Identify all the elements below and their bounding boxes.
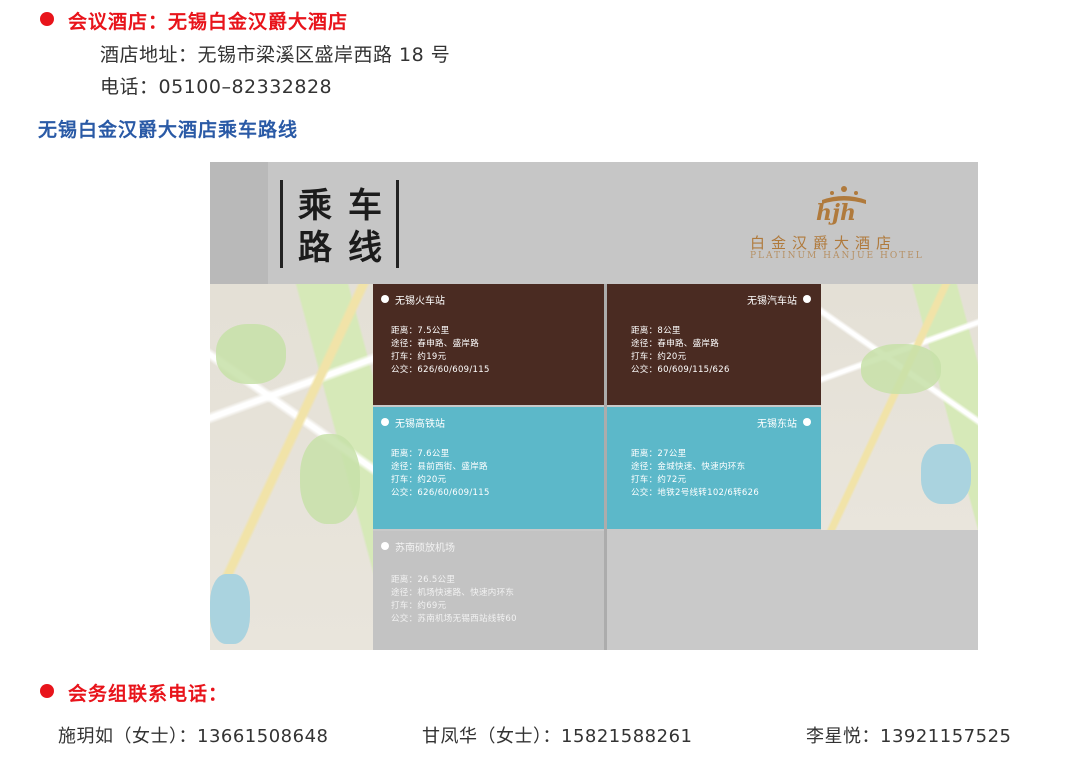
station-detail: 打车：约20元 (391, 475, 447, 485)
contact-person: 施玥如（女士）：13661508648 (58, 726, 329, 747)
venue-heading: 会议酒店：无锡白金汉爵大酒店 (68, 11, 349, 33)
station-detail: 途径：春申路、盛岸路 (631, 339, 720, 349)
title-bar-left (280, 180, 283, 268)
dot-icon (381, 418, 389, 426)
station-name: 苏南硕放机场 (395, 543, 455, 554)
water-area (921, 444, 971, 504)
station-detail: 打车：约69元 (391, 601, 447, 611)
station-detail: 打车：约19元 (391, 352, 447, 362)
route-heading: 无锡白金汉爵大酒店乘车路线 (38, 119, 299, 141)
station-detail: 途径：金城快速、快速内环东 (631, 462, 746, 472)
station-name: 无锡汽车站 (747, 296, 797, 307)
station-detail: 途径：县前西街、盛岸路 (391, 462, 488, 472)
dot-icon (803, 418, 811, 426)
station-detail: 公交：苏南机场无锡西站线转60 (391, 614, 517, 624)
station-panel: 无锡高铁站 距离：7.6公里 途径：县前西街、盛岸路 打车：约20元 公交：62… (373, 407, 604, 529)
contacts-heading: 会务组联系电话： (68, 683, 229, 705)
poster-header-shade (210, 162, 268, 284)
station-panel: 无锡火车站 距离：7.5公里 途径：春申路、盛岸路 打车：约19元 公交：626… (373, 284, 604, 405)
contact-person: 李星悦：13921157525 (806, 726, 1012, 747)
station-detail: 距离：8公里 (631, 326, 681, 336)
dot-icon (381, 542, 389, 550)
title-bar-right (396, 180, 399, 268)
logo-chinese-name: 白金汉爵大酒店 (750, 234, 898, 252)
dot-icon (803, 295, 811, 303)
venue-address: 酒店地址：无锡市梁溪区盛岸西路 18 号 (100, 44, 451, 66)
station-detail: 打车：约72元 (631, 475, 687, 485)
station-detail: 距离：7.6公里 (391, 449, 450, 459)
route-poster: 乘 车 路 线 hjh 白金汉爵大酒店 PLATINUM HANJUE HOTE… (210, 162, 978, 650)
station-name: 无锡火车站 (395, 296, 445, 307)
title-char: 路 (298, 228, 332, 268)
logo-english-name: PLATINUM HANJUE HOTEL (750, 251, 924, 261)
water-area (210, 574, 250, 644)
station-detail: 距离：26.5公里 (391, 575, 456, 585)
park-area (300, 434, 360, 524)
station-detail: 打车：约20元 (631, 352, 687, 362)
bullet-dot-icon (40, 684, 54, 698)
station-name: 无锡东站 (757, 419, 797, 430)
station-detail: 公交：60/609/115/626 (631, 365, 730, 375)
station-name: 无锡高铁站 (395, 419, 445, 430)
map-left (210, 284, 373, 650)
park-area (861, 344, 941, 394)
station-panel: 无锡东站 距离：27公里 途径：金城快速、快速内环东 打车：约72元 公交：地铁… (607, 407, 821, 529)
poster-fold-line (604, 284, 607, 650)
contact-person: 甘凤华（女士）：15821588261 (422, 726, 693, 747)
station-panel: 苏南硕放机场 距离：26.5公里 途径：机场快速路、快速内环东 打车：约69元 … (373, 531, 604, 650)
station-detail: 公交：地铁2号线转102/6转626 (631, 488, 760, 498)
station-panel: 无锡汽车站 距离：8公里 途径：春申路、盛岸路 打车：约20元 公交：60/60… (607, 284, 821, 405)
venue-phone: 电话：05100–82332828 (100, 76, 333, 98)
station-detail: 途径：机场快速路、快速内环东 (391, 588, 515, 598)
station-detail: 途径：春申路、盛岸路 (391, 339, 480, 349)
station-detail: 距离：7.5公里 (391, 326, 450, 336)
bullet-dot-icon (40, 12, 54, 26)
logo-mark: hjh (816, 200, 856, 226)
station-detail: 公交：626/60/609/115 (391, 365, 490, 375)
station-detail: 距离：27公里 (631, 449, 687, 459)
station-detail: 公交：626/60/609/115 (391, 488, 490, 498)
dot-icon (381, 295, 389, 303)
map-right (821, 284, 978, 530)
park-area (216, 324, 286, 384)
title-char: 线 (348, 228, 382, 268)
